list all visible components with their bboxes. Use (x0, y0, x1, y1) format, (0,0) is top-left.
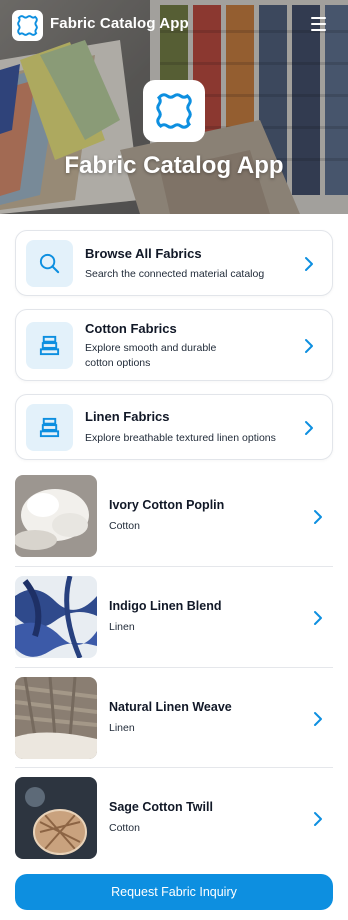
category-card-cotton[interactable]: Cotton Fabrics Explore smooth and durabl… (15, 309, 333, 381)
category-subtitle: Explore smooth and durable cotton option… (85, 342, 217, 369)
fabric-type: Cotton (109, 520, 140, 532)
category-subtitle: Search the connected material catalog (85, 268, 265, 280)
fabric-type: Cotton (109, 822, 140, 834)
category-icon-box (26, 404, 73, 451)
fabric-thumbnail (15, 677, 97, 759)
fabric-name: Indigo Linen Blend (109, 599, 222, 613)
category-card-browse-all[interactable]: Browse All Fabrics Search the connected … (15, 230, 333, 296)
fabric-thumbnail (15, 475, 97, 557)
fabric-name: Sage Cotton Twill (109, 800, 213, 814)
fabric-stack-icon (39, 335, 60, 356)
search-icon (39, 253, 60, 274)
top-bar: Fabric Catalog App (0, 0, 348, 52)
category-icon-box (26, 240, 73, 287)
list-divider (15, 767, 333, 768)
chevron-right-icon (314, 812, 322, 826)
fabric-thumbnail (15, 576, 97, 658)
category-icon-box (26, 322, 73, 369)
category-title: Linen Fabrics (85, 409, 170, 424)
chevron-right-icon (314, 510, 322, 524)
app-logo[interactable] (12, 10, 43, 41)
chevron-right-icon (305, 421, 313, 435)
category-title: Browse All Fabrics (85, 246, 202, 261)
fabric-name: Ivory Cotton Poplin (109, 498, 225, 512)
fabric-name: Natural Linen Weave (109, 700, 232, 714)
app-name: Fabric Catalog App (50, 15, 189, 32)
list-divider (15, 566, 333, 567)
request-inquiry-button[interactable]: Request Fabric Inquiry (15, 874, 333, 910)
fabric-list-item[interactable]: Sage Cotton Twill Cotton (15, 777, 333, 859)
list-divider (15, 667, 333, 668)
fabric-list-item[interactable]: Ivory Cotton Poplin Cotton (15, 475, 333, 557)
fabric-type: Linen (109, 621, 135, 633)
fabric-swatch-icon (156, 93, 192, 129)
fabric-swatch-icon (17, 15, 38, 36)
hero-logo (143, 80, 205, 142)
fabric-stack-icon (39, 417, 60, 438)
fabric-list-item[interactable]: Natural Linen Weave Linen (15, 677, 333, 759)
chevron-right-icon (305, 257, 313, 271)
hero-banner: Fabric Catalog App Fabric Catalog App (0, 0, 348, 214)
hamburger-menu-icon[interactable] (311, 17, 326, 31)
chevron-right-icon (305, 339, 313, 353)
fabric-thumbnail (15, 777, 97, 859)
chevron-right-icon (314, 712, 322, 726)
chevron-right-icon (314, 611, 322, 625)
fabric-list-item[interactable]: Indigo Linen Blend Linen (15, 576, 333, 658)
category-subtitle: Explore breathable textured linen option… (85, 432, 276, 444)
category-card-linen[interactable]: Linen Fabrics Explore breathable texture… (15, 394, 333, 460)
hero-title: Fabric Catalog App (64, 152, 284, 179)
fabric-type: Linen (109, 722, 135, 734)
category-title: Cotton Fabrics (85, 321, 177, 336)
